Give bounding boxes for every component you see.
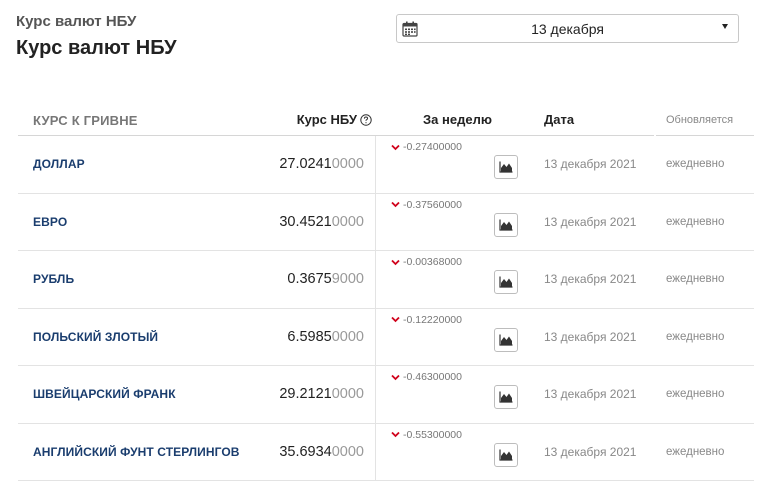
rate-tail: 0000 (331, 213, 364, 230)
rate-tail: 0000 (331, 386, 364, 403)
weekly-change-value: -0.37560000 (403, 198, 462, 211)
rate-date: 13 декабря 2021 (544, 157, 637, 172)
currency-name[interactable]: ПОЛЬСКИЙ ЗЛОТЫЙ (18, 309, 262, 366)
arrow-down-icon (391, 201, 400, 208)
rate-tail: 0000 (331, 328, 364, 345)
area-chart-icon (499, 276, 513, 288)
table-row: ДОЛЛАР 27.0241 0000 -0.27400000 13 декабр… (18, 136, 754, 194)
currency-rate: 35.6934 0000 (262, 424, 364, 481)
table-body: ДОЛЛАР 27.0241 0000 -0.27400000 13 декабр… (18, 136, 754, 481)
rate-tail: 0000 (331, 443, 364, 460)
currency-name[interactable]: ДОЛЛАР (18, 136, 262, 193)
table-header: КУРС К ГРИВНЕ Курс НБУ За неделю Дата Об… (18, 101, 754, 136)
rate-date: 13 декабря 2021 (544, 329, 637, 344)
currency-name[interactable]: АНГЛИЙСКИЙ ФУНТ СТЕРЛИНГОВ (18, 424, 262, 481)
rate-main: 29.2121 (279, 386, 332, 403)
chart-button[interactable] (494, 155, 518, 179)
weekly-change-value: -0.46300000 (403, 371, 462, 383)
weekly-change: -0.55300000 (391, 429, 462, 441)
weekly-change: -0.27400000 (391, 141, 462, 153)
currency-name[interactable]: ШВЕЙЦАРСКИЙ ФРАНК (18, 366, 262, 423)
column-header-rate-label: Курс НБУ (296, 112, 357, 127)
rate-tail: 9000 (331, 271, 364, 288)
arrow-down-icon (391, 431, 400, 438)
chart-button[interactable] (494, 442, 518, 467)
update-frequency: ежедневно (666, 388, 725, 401)
currency-name[interactable]: РУБЛЬ (18, 251, 262, 308)
weekly-change: -0.37560000 (391, 199, 462, 211)
page-subtitle: Курс валют НБУ (16, 13, 137, 30)
area-chart-icon (499, 391, 513, 403)
table-row: АНГЛИЙСКИЙ ФУНТ СТЕРЛИНГОВ 35.6934 0000 -… (18, 423, 754, 481)
table-row: ЕВРО 30.4521 0000 -0.37560000 13 декабря … (18, 193, 754, 251)
rate-date: 13 декабря 2021 (544, 272, 637, 287)
area-chart-icon (499, 449, 513, 461)
weekly-change-value: -0.00368000 (403, 256, 462, 268)
chart-button[interactable] (494, 212, 518, 237)
update-frequency: ежедневно (666, 215, 725, 228)
arrow-down-icon (391, 259, 400, 265)
weekly-change-cell: -0.55300000 (375, 423, 540, 480)
weekly-change-cell: -0.00368000 (375, 251, 540, 308)
update-frequency: ежедневно (666, 445, 725, 458)
weekly-change-cell: -0.37560000 (375, 193, 540, 250)
rate-main: 6.5985 (287, 328, 332, 345)
rate-main: 30.4521 (279, 213, 332, 230)
chart-button[interactable] (494, 385, 518, 409)
table-row: ПОЛЬСКИЙ ЗЛОТЫЙ 6.5985 0000 -0.12220000 1… (18, 308, 754, 366)
rate-date: 13 декабря 2021 (544, 214, 637, 229)
rate-main: 0.3675 (287, 271, 332, 288)
weekly-change: -0.00368000 (391, 256, 462, 268)
arrow-down-icon (391, 316, 400, 323)
chart-button[interactable] (494, 327, 518, 352)
date-picker-value: 13 декабря (531, 21, 604, 37)
column-header-date: Дата (540, 101, 654, 136)
currency-rate: 30.4521 0000 (262, 194, 364, 251)
currency-table: КУРС К ГРИВНЕ Курс НБУ За неделю Дата Об… (18, 101, 754, 481)
weekly-change-value: -0.27400000 (403, 141, 462, 153)
currency-rate: 29.2121 0000 (262, 366, 364, 423)
help-icon[interactable] (360, 114, 372, 126)
table-row: ШВЕЙЦАРСКИЙ ФРАНК 29.2121 0000 -0.4630000… (18, 366, 754, 424)
rate-date: 13 декабря 2021 (544, 387, 637, 402)
rate-tail: 0000 (331, 156, 364, 173)
column-header-currency: КУРС К ГРИВНЕ (18, 101, 262, 136)
area-chart-icon (499, 161, 513, 173)
weekly-change: -0.12220000 (391, 314, 462, 326)
update-frequency: ежедневно (666, 273, 725, 286)
currency-name[interactable]: ЕВРО (18, 194, 262, 251)
rate-date: 13 декабря 2021 (544, 444, 637, 459)
date-picker[interactable]: 13 декабря (396, 14, 739, 43)
currency-rate: 0.3675 9000 (262, 251, 364, 308)
currency-rate: 27.0241 0000 (262, 136, 364, 193)
weekly-change-cell: -0.12220000 (375, 308, 540, 365)
update-frequency: ежедневно (666, 330, 725, 343)
column-header-week: За неделю (375, 101, 540, 136)
rate-main: 35.6934 (279, 443, 332, 460)
weekly-change-cell: -0.27400000 (375, 136, 540, 193)
area-chart-icon (499, 219, 513, 231)
column-header-rate: Курс НБУ (262, 101, 375, 136)
area-chart-icon (499, 334, 513, 346)
column-header-updated: Обновляется (656, 101, 754, 136)
page-title: Курс валют НБУ (16, 37, 177, 59)
weekly-change-value: -0.55300000 (403, 428, 462, 441)
weekly-change-cell: -0.46300000 (375, 366, 540, 423)
chevron-down-icon (722, 24, 728, 29)
weekly-change-value: -0.12220000 (403, 313, 462, 326)
chart-button[interactable] (494, 270, 518, 294)
arrow-down-icon (391, 144, 400, 150)
weekly-change: -0.46300000 (391, 371, 462, 383)
update-frequency: ежедневно (666, 158, 725, 171)
table-row: РУБЛЬ 0.3675 9000 -0.00368000 13 декабря … (18, 251, 754, 309)
arrow-down-icon (391, 374, 400, 380)
rate-main: 27.0241 (279, 156, 332, 173)
currency-rate: 6.5985 0000 (262, 309, 364, 366)
